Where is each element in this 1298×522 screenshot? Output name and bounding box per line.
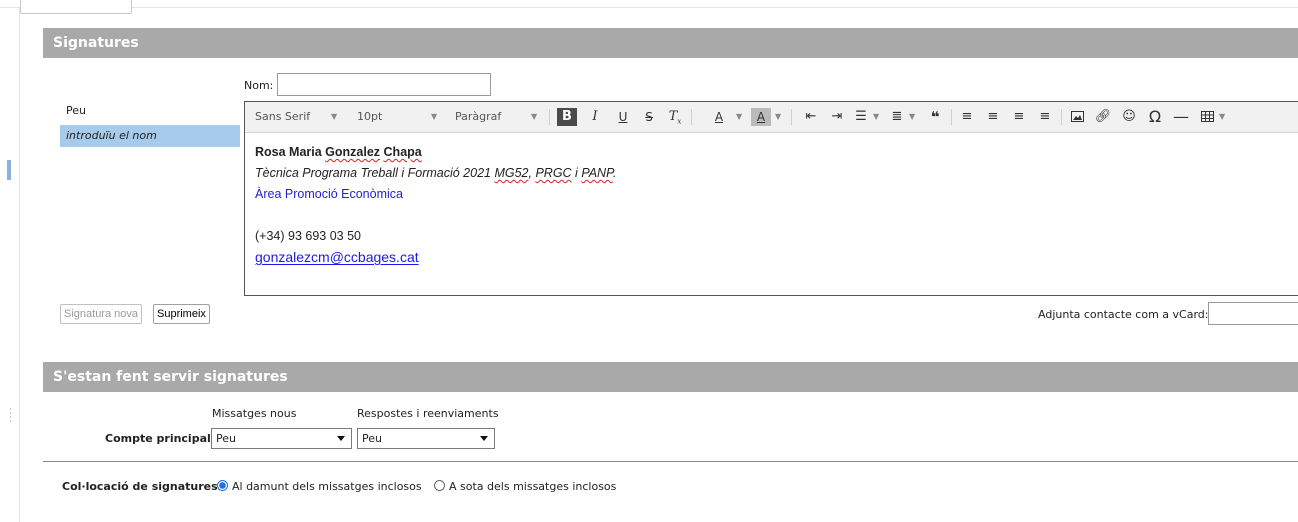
font-family-select[interactable]: Sans Serif [255,102,310,132]
vcard-label: Adjunta contacte com a vCard: [1038,308,1209,321]
align-center-icon[interactable]: ≡ [983,108,1003,126]
bold-icon[interactable]: B [557,108,577,126]
signature-name-line: Rosa Maria Gonzalez Chapa [255,142,616,163]
editor-toolbar: Sans Serif ▼ 10pt ▼ Paràgraf ▼ B I U S T… [245,102,1298,133]
align-right-icon[interactable]: ≡ [1009,108,1029,126]
bullet-list-caret-icon[interactable]: ▼ [873,102,879,132]
signature-list-item-peu[interactable]: Peu [60,100,240,122]
signature-list-item-new[interactable]: introduïu el nom [60,125,240,147]
signature-department: Àrea Promoció Econòmica [255,187,403,201]
font-family-caret-icon[interactable]: ▼ [331,102,337,132]
resize-grip-icon[interactable]: · · · · [9,406,12,427]
toolbar-separator [691,109,692,125]
placement-below-radio[interactable] [434,480,445,491]
font-size-select[interactable]: 10pt [357,102,382,132]
align-left-icon[interactable]: ≡ [957,108,977,126]
placement-above-radio[interactable] [217,480,228,491]
background-color-caret-icon[interactable]: ▼ [775,102,781,132]
numbered-list-caret-icon[interactable]: ▼ [909,102,915,132]
new-messages-signature-select[interactable]: Peu [211,428,352,449]
italic-icon[interactable]: I [585,108,605,126]
outdent-icon[interactable]: ⇤ [801,108,821,126]
signature-content[interactable]: Rosa Maria Gonzalez Chapa Tècnica Progra… [255,142,616,268]
image-icon[interactable] [1067,108,1087,126]
strikethrough-icon[interactable]: S [639,108,659,126]
toolbar-separator [1061,109,1062,125]
toolbar-separator [791,109,792,125]
underline-icon[interactable]: U [613,108,633,126]
chevron-down-icon [337,436,345,441]
special-char-icon[interactable]: Ω [1145,108,1165,126]
replies-column-label: Respostes i reenviaments [357,407,499,420]
text-color-icon[interactable]: A [709,108,729,126]
signature-editor[interactable]: Sans Serif ▼ 10pt ▼ Paràgraf ▼ B I U S T… [244,101,1298,296]
signature-role-text: Tècnica Programa Treball i Formació 2021… [255,166,617,180]
top-cut-off-button[interactable] [20,0,132,14]
placement-label: Col·locació de signatures: [62,480,223,493]
usage-section-header: S'estan fent servir signatures [43,362,1298,392]
placement-above-label[interactable]: Al damunt dels missatges inclosos [232,480,422,493]
table-caret-icon[interactable]: ▼ [1219,102,1225,132]
placement-below-label[interactable]: A sota dels missatges inclosos [449,480,616,493]
signature-name-input[interactable] [277,73,491,96]
delete-signature-button[interactable]: Suprimeix [153,304,210,324]
signature-phone: (+34) 93 693 03 50 [255,229,361,243]
section-divider [43,461,1298,462]
toolbar-separator [549,109,550,125]
left-pane-border [19,8,20,522]
replies-signature-select[interactable]: Peu [357,428,495,449]
new-messages-column-label: Missatges nous [212,407,297,420]
signature-email-link[interactable]: gonzalezcm@ccbages.cat [255,247,616,268]
numbered-list-icon[interactable]: ≣ [887,108,907,126]
chevron-down-icon [480,436,488,441]
blockquote-icon[interactable]: ❝ [925,108,945,126]
table-icon[interactable] [1197,108,1217,126]
block-format-caret-icon[interactable]: ▼ [531,102,537,132]
horizontal-rule-icon[interactable]: — [1171,108,1191,126]
signatures-section-header: Signatures [43,28,1298,58]
signature-role-line: Tècnica Programa Treball i Formació 2021… [255,163,616,184]
top-divider [0,7,1298,8]
vcard-input[interactable] [1208,302,1298,325]
indent-icon[interactable]: ⇥ [827,108,847,126]
block-format-select[interactable]: Paràgraf [455,102,501,132]
bullet-list-icon[interactable]: ☰ [851,108,871,126]
new-messages-signature-value: Peu [216,432,236,445]
justify-icon[interactable]: ≡ [1035,108,1055,126]
text-color-caret-icon[interactable]: ▼ [736,102,742,132]
replies-signature-value: Peu [362,432,382,445]
clear-format-icon[interactable]: Tx [665,108,685,126]
font-size-caret-icon[interactable]: ▼ [431,102,437,132]
account-label: Compte principal: [105,432,216,445]
signature-name-text: Rosa Maria Gonzalez Chapa [255,145,422,159]
new-signature-button[interactable]: Signatura nova [60,304,142,324]
left-pane-selection-marker [7,160,11,180]
signature-blank-line [255,205,616,226]
name-label: Nom: [244,79,274,92]
emoticon-icon[interactable]: ☺ [1119,108,1139,126]
link-icon[interactable]: 🔗︎ [1093,108,1113,126]
toolbar-separator [951,109,952,125]
background-color-icon[interactable]: A [751,108,771,126]
